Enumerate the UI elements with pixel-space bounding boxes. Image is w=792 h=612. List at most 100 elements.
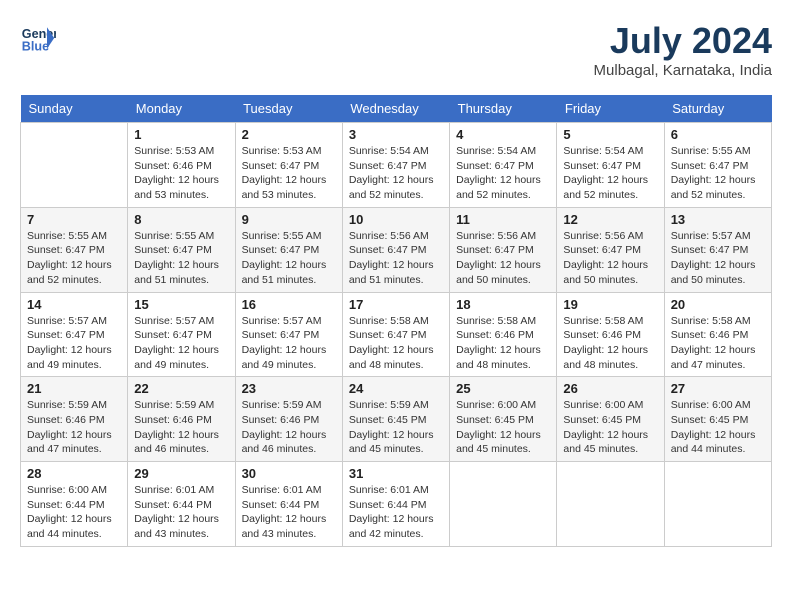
calendar-cell: 18Sunrise: 5:58 AMSunset: 6:46 PMDayligh… bbox=[450, 292, 557, 377]
day-number: 20 bbox=[671, 297, 765, 312]
day-number: 27 bbox=[671, 381, 765, 396]
day-number: 5 bbox=[563, 127, 657, 142]
day-info: Sunrise: 6:01 AMSunset: 6:44 PMDaylight:… bbox=[242, 483, 336, 542]
day-info: Sunrise: 5:58 AMSunset: 6:47 PMDaylight:… bbox=[349, 314, 443, 373]
day-number: 7 bbox=[27, 212, 121, 227]
day-number: 17 bbox=[349, 297, 443, 312]
day-number: 15 bbox=[134, 297, 228, 312]
calendar-cell: 31 Sunrise: 6:01 AMSunset: 6:44 PMDayligh… bbox=[342, 462, 449, 547]
day-number: 13 bbox=[671, 212, 765, 227]
day-info: Sunrise: 5:55 AMSunset: 6:47 PMDaylight:… bbox=[134, 229, 228, 288]
day-number: 6 bbox=[671, 127, 765, 142]
calendar-cell: 17 Sunrise: 5:58 AMSunset: 6:47 PMDayligh… bbox=[342, 292, 449, 377]
day-info: Sunrise: 5:59 AMSunset: 6:46 PMDaylight:… bbox=[242, 398, 336, 457]
day-number: 21 bbox=[27, 381, 121, 396]
day-number: 19 bbox=[563, 297, 657, 312]
calendar-cell: 27 Sunrise: 6:00 AMSunset: 6:45 PMDayligh… bbox=[664, 377, 771, 462]
weekday-header-monday: Monday bbox=[128, 95, 235, 123]
logo-icon: General Blue bbox=[20, 20, 56, 56]
day-number: 16 bbox=[242, 297, 336, 312]
day-info: Sunrise: 5:59 AMSunset: 6:45 PMDaylight:… bbox=[349, 398, 443, 457]
day-number: 29 bbox=[134, 466, 228, 481]
day-info: Sunrise: 5:55 AMSunset: 6:47 PMDaylight:… bbox=[242, 229, 336, 288]
calendar-cell: 29 Sunrise: 6:01 AMSunset: 6:44 PMDayligh… bbox=[128, 462, 235, 547]
calendar-cell: 7 Sunrise: 5:55 AMSunset: 6:47 PMDaylight… bbox=[21, 207, 128, 292]
calendar-cell: 28 Sunrise: 6:00 AMSunset: 6:44 PMDayligh… bbox=[21, 462, 128, 547]
calendar-cell: 5Sunrise: 5:54 AMSunset: 6:47 PMDaylight… bbox=[557, 123, 664, 208]
day-info: Sunrise: 5:53 AMSunset: 6:47 PMDaylight:… bbox=[242, 144, 336, 203]
day-number: 12 bbox=[563, 212, 657, 227]
day-number: 18 bbox=[456, 297, 550, 312]
day-info: Sunrise: 5:54 AMSunset: 6:47 PMDaylight:… bbox=[456, 144, 550, 203]
calendar-cell: 21 Sunrise: 5:59 AMSunset: 6:46 PMDayligh… bbox=[21, 377, 128, 462]
calendar-cell bbox=[450, 462, 557, 547]
day-info: Sunrise: 6:00 AMSunset: 6:44 PMDaylight:… bbox=[27, 483, 121, 542]
calendar-week-row: 28 Sunrise: 6:00 AMSunset: 6:44 PMDayligh… bbox=[21, 462, 772, 547]
calendar-cell: 2 Sunrise: 5:53 AMSunset: 6:47 PMDaylight… bbox=[235, 123, 342, 208]
calendar-cell: 1Sunrise: 5:53 AMSunset: 6:46 PMDaylight… bbox=[128, 123, 235, 208]
weekday-header-wednesday: Wednesday bbox=[342, 95, 449, 123]
day-info: Sunrise: 5:55 AMSunset: 6:47 PMDaylight:… bbox=[671, 144, 765, 203]
weekday-header-sunday: Sunday bbox=[21, 95, 128, 123]
month-year-title: July 2024 bbox=[594, 20, 772, 62]
title-area: July 2024 Mulbagal, Karnataka, India bbox=[594, 20, 772, 79]
day-number: 23 bbox=[242, 381, 336, 396]
calendar-cell: 25 Sunrise: 6:00 AMSunset: 6:45 PMDayligh… bbox=[450, 377, 557, 462]
calendar-cell: 14Sunrise: 5:57 AMSunset: 6:47 PMDayligh… bbox=[21, 292, 128, 377]
day-info: Sunrise: 5:56 AMSunset: 6:47 PMDaylight:… bbox=[456, 229, 550, 288]
calendar-cell: 19 Sunrise: 5:58 AMSunset: 6:46 PMDayligh… bbox=[557, 292, 664, 377]
day-number: 8 bbox=[134, 212, 228, 227]
day-info: Sunrise: 5:57 AMSunset: 6:47 PMDaylight:… bbox=[671, 229, 765, 288]
calendar-week-row: 14Sunrise: 5:57 AMSunset: 6:47 PMDayligh… bbox=[21, 292, 772, 377]
day-number: 11 bbox=[456, 212, 550, 227]
day-info: Sunrise: 5:53 AMSunset: 6:46 PMDaylight:… bbox=[134, 144, 228, 203]
calendar-cell: 12 Sunrise: 5:56 AMSunset: 6:47 PMDayligh… bbox=[557, 207, 664, 292]
header: General Blue July 2024 Mulbagal, Karnata… bbox=[20, 20, 772, 79]
calendar-cell: 26 Sunrise: 6:00 AMSunset: 6:45 PMDayligh… bbox=[557, 377, 664, 462]
weekday-header-thursday: Thursday bbox=[450, 95, 557, 123]
calendar-cell: 24Sunrise: 5:59 AMSunset: 6:45 PMDayligh… bbox=[342, 377, 449, 462]
calendar-cell: 16 Sunrise: 5:57 AMSunset: 6:47 PMDayligh… bbox=[235, 292, 342, 377]
location-subtitle: Mulbagal, Karnataka, India bbox=[594, 62, 772, 79]
calendar-cell: 6 Sunrise: 5:55 AMSunset: 6:47 PMDaylight… bbox=[664, 123, 771, 208]
weekday-header-tuesday: Tuesday bbox=[235, 95, 342, 123]
day-number: 28 bbox=[27, 466, 121, 481]
day-number: 25 bbox=[456, 381, 550, 396]
day-info: Sunrise: 5:56 AMSunset: 6:47 PMDaylight:… bbox=[563, 229, 657, 288]
calendar-cell: 22Sunrise: 5:59 AMSunset: 6:46 PMDayligh… bbox=[128, 377, 235, 462]
day-info: Sunrise: 5:57 AMSunset: 6:47 PMDaylight:… bbox=[242, 314, 336, 373]
weekday-header-row: SundayMondayTuesdayWednesdayThursdayFrid… bbox=[21, 95, 772, 123]
day-info: Sunrise: 6:01 AMSunset: 6:44 PMDaylight:… bbox=[349, 483, 443, 542]
day-info: Sunrise: 6:01 AMSunset: 6:44 PMDaylight:… bbox=[134, 483, 228, 542]
calendar-cell: 23 Sunrise: 5:59 AMSunset: 6:46 PMDayligh… bbox=[235, 377, 342, 462]
day-number: 31 bbox=[349, 466, 443, 481]
calendar-table: SundayMondayTuesdayWednesdayThursdayFrid… bbox=[20, 95, 772, 547]
calendar-cell: 20 Sunrise: 5:58 AMSunset: 6:46 PMDayligh… bbox=[664, 292, 771, 377]
calendar-cell: 13 Sunrise: 5:57 AMSunset: 6:47 PMDayligh… bbox=[664, 207, 771, 292]
day-info: Sunrise: 5:58 AMSunset: 6:46 PMDaylight:… bbox=[671, 314, 765, 373]
calendar-week-row: 21 Sunrise: 5:59 AMSunset: 6:46 PMDayligh… bbox=[21, 377, 772, 462]
day-number: 10 bbox=[349, 212, 443, 227]
day-number: 9 bbox=[242, 212, 336, 227]
day-number: 2 bbox=[242, 127, 336, 142]
calendar-cell bbox=[557, 462, 664, 547]
calendar-week-row: 1Sunrise: 5:53 AMSunset: 6:46 PMDaylight… bbox=[21, 123, 772, 208]
day-info: Sunrise: 5:58 AMSunset: 6:46 PMDaylight:… bbox=[563, 314, 657, 373]
calendar-cell: 9 Sunrise: 5:55 AMSunset: 6:47 PMDaylight… bbox=[235, 207, 342, 292]
day-info: Sunrise: 5:57 AMSunset: 6:47 PMDaylight:… bbox=[134, 314, 228, 373]
day-number: 4 bbox=[456, 127, 550, 142]
calendar-cell: 30Sunrise: 6:01 AMSunset: 6:44 PMDayligh… bbox=[235, 462, 342, 547]
day-info: Sunrise: 5:59 AMSunset: 6:46 PMDaylight:… bbox=[27, 398, 121, 457]
day-info: Sunrise: 6:00 AMSunset: 6:45 PMDaylight:… bbox=[456, 398, 550, 457]
calendar-cell: 8 Sunrise: 5:55 AMSunset: 6:47 PMDaylight… bbox=[128, 207, 235, 292]
day-info: Sunrise: 5:55 AMSunset: 6:47 PMDaylight:… bbox=[27, 229, 121, 288]
day-info: Sunrise: 5:59 AMSunset: 6:46 PMDaylight:… bbox=[134, 398, 228, 457]
day-info: Sunrise: 6:00 AMSunset: 6:45 PMDaylight:… bbox=[563, 398, 657, 457]
day-info: Sunrise: 6:00 AMSunset: 6:45 PMDaylight:… bbox=[671, 398, 765, 457]
calendar-cell: 3Sunrise: 5:54 AMSunset: 6:47 PMDaylight… bbox=[342, 123, 449, 208]
day-number: 26 bbox=[563, 381, 657, 396]
calendar-cell: 4 Sunrise: 5:54 AMSunset: 6:47 PMDaylight… bbox=[450, 123, 557, 208]
calendar-cell bbox=[664, 462, 771, 547]
day-number: 3 bbox=[349, 127, 443, 142]
weekday-header-friday: Friday bbox=[557, 95, 664, 123]
